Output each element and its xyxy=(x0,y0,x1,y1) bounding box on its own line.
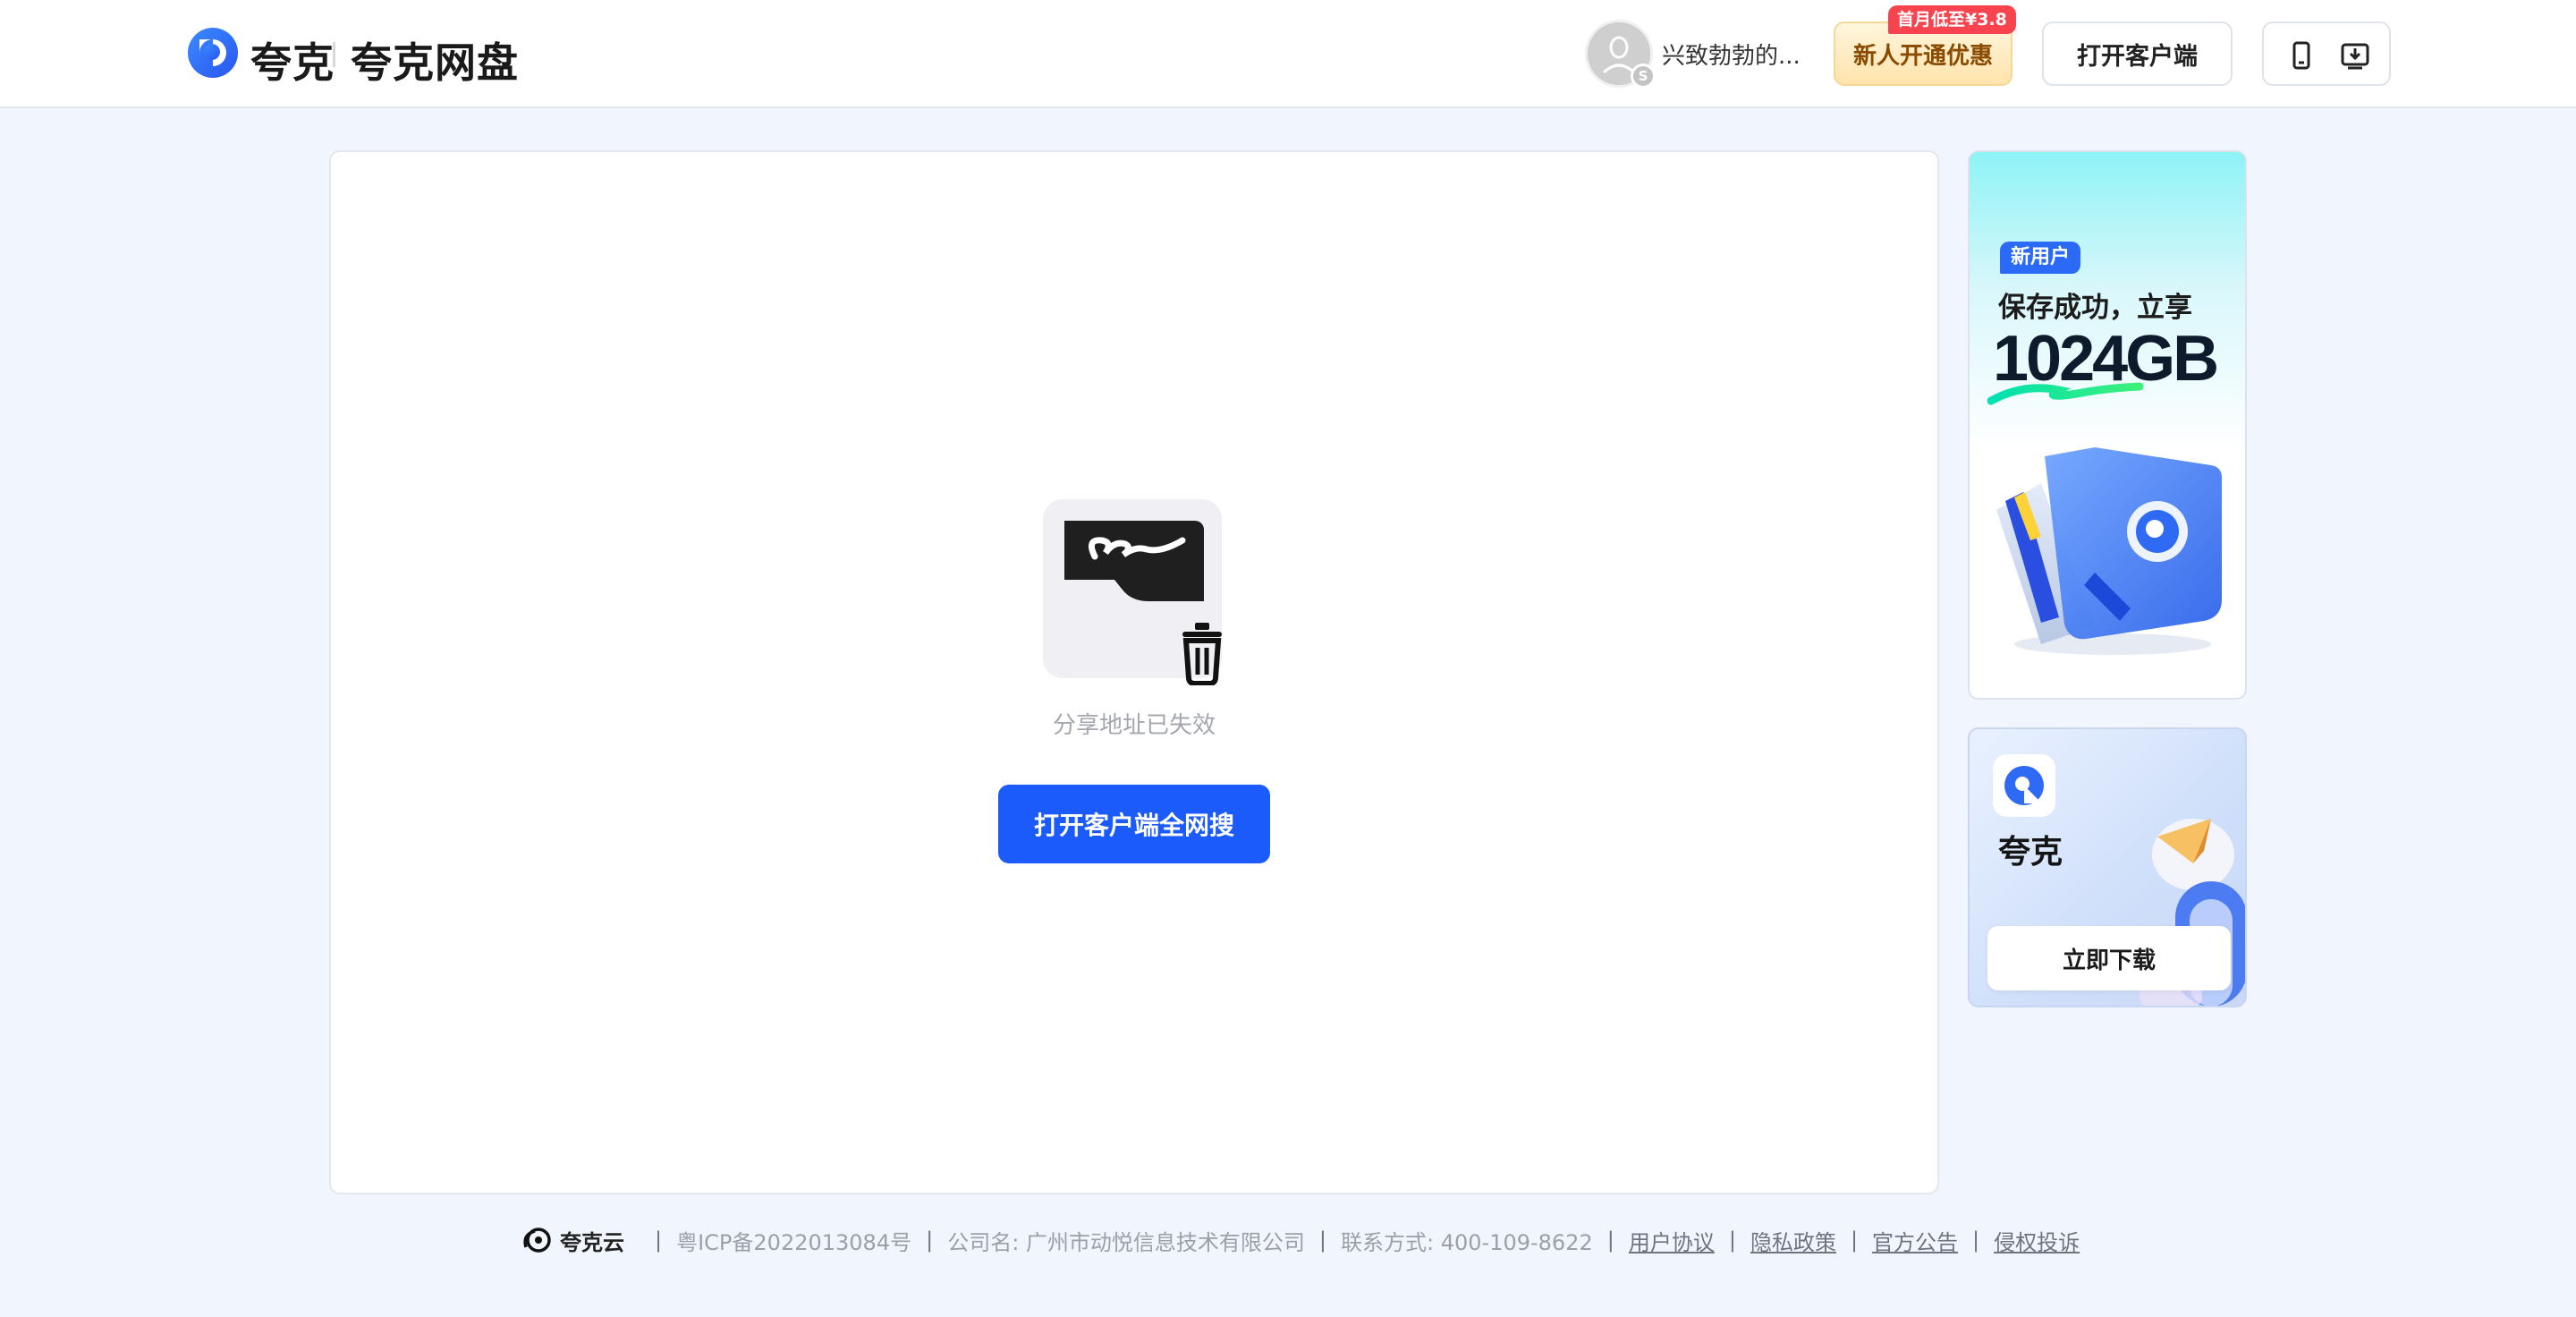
open-client-search-button[interactable]: 打开客户端全网搜 xyxy=(998,785,1270,863)
swoosh-decoration xyxy=(1987,382,2144,405)
footer-separator: | xyxy=(1606,1228,1614,1253)
user-agreement-link[interactable]: 用户协议 xyxy=(1629,1225,1715,1256)
mobile-icon[interactable] xyxy=(2285,39,2318,72)
brand-short[interactable]: 夸克 xyxy=(250,30,335,89)
expired-message: 分享地址已失效 xyxy=(1052,712,1216,739)
quark-app-icon xyxy=(1993,754,2055,817)
avatar-badge: S xyxy=(1631,64,1656,89)
official-notice-link[interactable]: 官方公告 xyxy=(1872,1225,1958,1256)
footer-brand: 夸克云 xyxy=(560,1229,624,1255)
top-header: 夸克 夸克网盘 S 兴致勃勃的... 新人开通优惠 首月低至¥3.8 打开客户端 xyxy=(0,0,2576,108)
folder-illustration xyxy=(1996,447,2222,655)
open-client-button[interactable]: 打开客户端 xyxy=(2042,21,2233,86)
new-user-tag: 新用户 xyxy=(2000,242,2081,274)
app-download-banner[interactable]: 夸克 立即下载 xyxy=(1968,727,2247,1007)
expired-share-illustration xyxy=(1043,499,1222,685)
download-now-button[interactable]: 立即下载 xyxy=(1987,926,2231,990)
brand-full[interactable]: 夸克网盘 xyxy=(351,30,519,89)
promo-headline: 保存成功，立享 xyxy=(1998,292,2192,324)
username[interactable]: 兴致勃勃的... xyxy=(1662,38,1801,71)
infringement-report-link[interactable]: 侵权投诉 xyxy=(1994,1225,2080,1256)
footer-separator: | xyxy=(926,1228,934,1253)
device-actions xyxy=(2262,21,2391,86)
footer-separator: | xyxy=(1972,1228,1980,1253)
avatar[interactable]: S xyxy=(1585,20,1656,89)
download-icon[interactable] xyxy=(2339,39,2371,72)
company-name: 公司名: 广州市动悦信息技术有限公司 xyxy=(947,1229,1305,1255)
contact-info: 联系方式: 400-109-8622 xyxy=(1341,1229,1593,1255)
footer: 夸克云 | 粤ICP备2022013084号 | 公司名: 广州市动悦信息技术有… xyxy=(521,1222,2080,1258)
vip-price-badge: 首月低至¥3.8 xyxy=(1888,5,2016,34)
quark-logo-icon[interactable] xyxy=(187,27,239,79)
brand-divider xyxy=(333,42,335,67)
icp-number[interactable]: 粤ICP备2022013084号 xyxy=(676,1225,911,1256)
promo-banner-storage[interactable]: 新用户 保存成功，立享 1024GB xyxy=(1968,150,2247,700)
app-name: 夸克 xyxy=(1998,834,2063,871)
footer-separator: | xyxy=(1318,1228,1327,1253)
footer-separator: | xyxy=(1728,1228,1736,1253)
footer-separator: | xyxy=(655,1228,663,1253)
footer-separator: | xyxy=(1850,1228,1859,1253)
cloud-logo-icon xyxy=(523,1228,551,1253)
privacy-policy-link[interactable]: 隐私政策 xyxy=(1750,1225,1836,1256)
